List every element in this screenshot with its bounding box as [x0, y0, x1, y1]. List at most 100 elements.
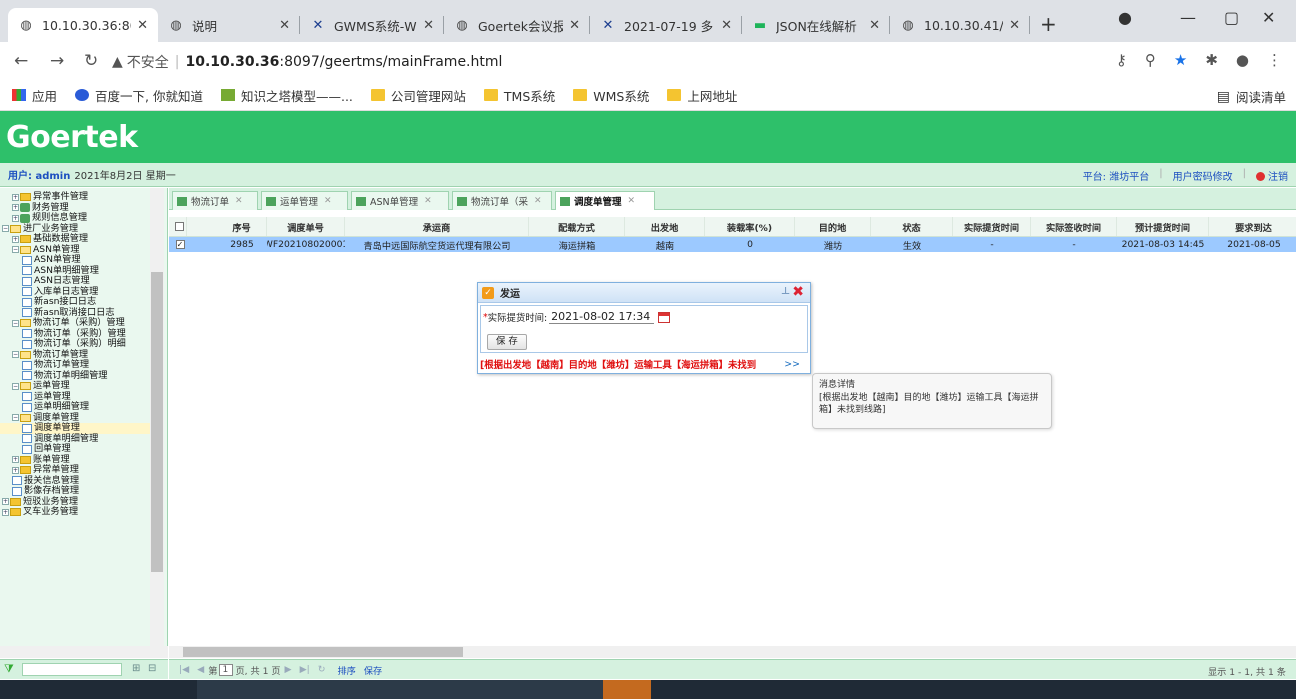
tree-hscrollbar[interactable] [0, 646, 168, 658]
tree-node[interactable]: + 异常单管理 [0, 464, 150, 476]
collapse-all-icon[interactable]: ⊟ [148, 663, 156, 674]
menu-icon[interactable]: ⋮ [1267, 51, 1282, 69]
page-tab[interactable]: 物流订单 ✕ [172, 191, 258, 210]
expand-toggle-icon[interactable]: + [12, 466, 19, 474]
maximize-icon[interactable]: ▢ [1224, 8, 1239, 27]
close-tab-icon[interactable]: ✕ [279, 18, 290, 33]
bookmark-zhishi[interactable]: 知识之塔模型——... [220, 86, 353, 105]
tree-node[interactable]: + 规则信息管理 [0, 212, 150, 224]
close-tab-icon[interactable]: ✕ [569, 18, 580, 33]
sort-link[interactable]: 排序 [337, 663, 355, 677]
column-header[interactable]: 承运商 [345, 217, 529, 236]
bookmark-company[interactable]: 公司管理网站 [370, 86, 466, 105]
window-close-icon[interactable]: ✕ [1262, 8, 1275, 27]
reload-icon[interactable]: ↻ [84, 51, 98, 71]
close-tab-icon[interactable]: ✕ [1009, 18, 1020, 33]
bookmark-wms[interactable]: WMS系统 [573, 86, 649, 105]
tree-node[interactable]: + 异常事件管理 [0, 191, 150, 203]
column-header[interactable]: 出发地 [625, 217, 705, 236]
tree-node[interactable]: + 基础数据管理 [0, 233, 150, 245]
collapse-toggle-icon[interactable]: − [12, 319, 19, 327]
column-header[interactable]: 要求到达 [1209, 217, 1296, 236]
taskbar-item[interactable] [603, 680, 651, 699]
column-header[interactable]: 实际提货时间 [953, 217, 1031, 236]
tree-search-input[interactable] [22, 663, 122, 676]
prev-page-icon[interactable]: ◀ [197, 664, 204, 675]
extensions-icon[interactable]: ✱ [1205, 51, 1218, 69]
expand-toggle-icon[interactable]: + [12, 456, 19, 464]
column-header[interactable]: 预计提货时间 [1117, 217, 1209, 236]
expand-toggle-icon[interactable]: + [2, 508, 9, 516]
column-header[interactable]: 配载方式 [529, 217, 625, 236]
calendar-icon[interactable] [658, 311, 671, 323]
column-header[interactable]: 实际签收时间 [1031, 217, 1117, 236]
tree-node[interactable]: 物流订单管理 [0, 359, 150, 371]
change-password-link[interactable]: 用户密码修改 [1173, 168, 1233, 183]
tree-node[interactable]: 影像存档管理 [0, 485, 150, 497]
select-all-checkbox[interactable] [173, 217, 187, 236]
close-tab-icon[interactable]: ✕ [324, 196, 332, 206]
minimize-icon[interactable]: — [1180, 8, 1196, 27]
bookmark-apps[interactable]: 应用 [12, 86, 57, 105]
grid-hscrollbar[interactable] [169, 646, 1296, 658]
expand-toggle-icon[interactable]: + [12, 193, 19, 201]
tree-node[interactable]: 物流订单明细管理 [0, 370, 150, 382]
tree-node[interactable]: 物流订单（采购）明细 [0, 338, 150, 350]
back-icon[interactable]: ← [14, 51, 28, 71]
tree-node[interactable]: ASN单管理 [0, 254, 150, 266]
row-checkbox[interactable]: ✓ [173, 237, 187, 252]
taskbar-item[interactable] [197, 680, 603, 699]
key-icon[interactable]: ⚷ [1116, 51, 1127, 69]
next-page-icon[interactable]: ▶ [285, 664, 292, 675]
tree-node[interactable]: 新asn接口日志 [0, 296, 150, 308]
bookmark-internet[interactable]: 上网地址 [667, 86, 737, 105]
browser-tab[interactable]: ◍ 10.10.30.36:80 ✕ [8, 8, 158, 42]
browser-tab[interactable]: ▬ JSON在线解析 ✕ [742, 8, 890, 42]
browser-tab[interactable]: ◍ 10.10.30.41/m ✕ [890, 8, 1030, 42]
expand-toggle-icon[interactable]: + [12, 214, 19, 222]
tree-node[interactable]: ASN日志管理 [0, 275, 150, 287]
close-tab-icon[interactable]: ✕ [137, 18, 148, 33]
column-header[interactable]: 装载率(%) [705, 217, 795, 236]
expand-toggle-icon[interactable]: + [2, 498, 9, 506]
save-button[interactable]: 保 存 [487, 334, 527, 350]
browser-profile-icon[interactable]: ● [1118, 8, 1132, 27]
close-tab-icon[interactable]: ✕ [628, 196, 636, 206]
collapse-toggle-icon[interactable]: − [2, 225, 9, 233]
more-link[interactable]: >> [784, 359, 800, 370]
forward-icon[interactable]: → [50, 51, 64, 71]
star-icon[interactable]: ★ [1174, 51, 1187, 69]
tree-node[interactable]: 回单管理 [0, 443, 150, 455]
close-tab-icon[interactable]: ✕ [534, 196, 542, 206]
page-tab[interactable]: ASN单管理 ✕ [351, 191, 449, 210]
page-tab[interactable]: 运单管理 ✕ [261, 191, 348, 210]
url-field[interactable]: ▲ 不安全 | 10.10.30.36 :8097/geertms/mainFr… [112, 48, 1282, 76]
browser-tab[interactable]: ◍ Goertek会议报 ✕ [444, 8, 590, 42]
close-tab-icon[interactable]: ✕ [424, 196, 432, 206]
page-input[interactable]: 1 [219, 663, 234, 676]
platform-link[interactable]: 平台: 潍坊平台 [1083, 168, 1150, 183]
last-page-icon[interactable]: ▶| [300, 664, 310, 675]
page-tab[interactable]: 调度单管理 ✕ [555, 191, 655, 210]
column-header[interactable]: 序号 [217, 217, 267, 236]
close-icon[interactable]: ✖ [792, 284, 804, 300]
column-header[interactable]: 目的地 [795, 217, 871, 236]
tree-node[interactable]: − 物流订单（采购）管理 [0, 317, 150, 329]
profile-icon[interactable]: ● [1236, 51, 1249, 69]
refresh-icon[interactable]: ↻ [318, 664, 326, 675]
expand-all-icon[interactable]: ⊞ [132, 663, 140, 674]
tree-node[interactable]: 调度单管理 [0, 422, 150, 434]
scrollbar-thumb[interactable] [183, 647, 463, 657]
close-tab-icon[interactable]: ✕ [235, 196, 243, 206]
close-tab-icon[interactable]: ✕ [423, 18, 434, 33]
tree-node[interactable]: 运单明细管理 [0, 401, 150, 413]
save-link[interactable]: 保存 [364, 663, 382, 677]
collapse-toggle-icon[interactable]: − [12, 351, 19, 359]
filter-icon[interactable]: ⧩ [4, 662, 14, 676]
browser-tab[interactable]: ✕ 2021-07-19 多 ✕ [590, 8, 742, 42]
dialog-titlebar[interactable]: ✓ 发运 ⊥ ✖ [478, 283, 810, 303]
first-page-icon[interactable]: |◀ [179, 664, 189, 675]
expand-toggle-icon[interactable]: + [12, 204, 19, 212]
reading-list[interactable]: ▤ 阅读清单 [1217, 87, 1286, 106]
zoom-icon[interactable]: ⚲ [1145, 51, 1156, 69]
